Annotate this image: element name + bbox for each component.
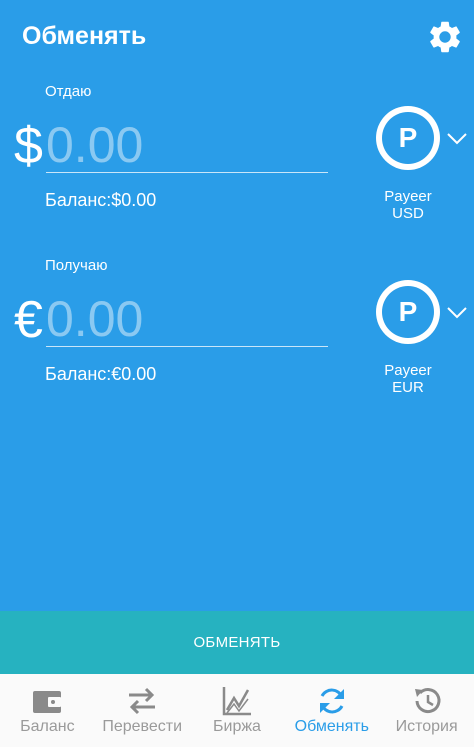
nav-label-history: История (395, 718, 458, 735)
payeer-logo-icon: P (382, 286, 434, 338)
transfer-arrows-icon (129, 687, 156, 715)
chart-icon (222, 687, 251, 716)
receive-currency-symbol: € (14, 291, 43, 349)
nav-item-transfer[interactable]: Перевести (95, 674, 190, 747)
app-header: Обменять (0, 0, 474, 76)
chevron-down-icon[interactable] (446, 132, 468, 146)
receive-amount-input[interactable] (46, 293, 328, 345)
nav-item-history[interactable]: История (379, 674, 474, 747)
nav-label-exchange-market: Биржа (213, 718, 261, 735)
give-amount-input[interactable] (46, 119, 328, 171)
chevron-down-icon[interactable] (446, 306, 468, 320)
give-currency-symbol: $ (14, 117, 43, 175)
give-wallet-currency: USD (392, 205, 424, 222)
bottom-nav: Баланс Перевести Биржа Обменять История (0, 674, 474, 747)
nav-item-exchange-market[interactable]: Биржа (190, 674, 285, 747)
give-wallet-name: Payeer USD (368, 188, 448, 222)
give-wallet-system: Payeer (384, 188, 432, 205)
nav-item-balance[interactable]: Баланс (0, 674, 95, 747)
receive-wallet-currency: EUR (392, 379, 424, 396)
give-balance: Баланс:$0.00 (45, 190, 157, 210)
wallet-icon (33, 691, 62, 713)
exchange-button[interactable]: ОБМЕНЯТЬ (0, 611, 474, 674)
nav-label-balance: Баланс (20, 718, 75, 735)
receive-label: Получаю (45, 257, 108, 274)
receive-balance: Баланс:€0.00 (45, 364, 157, 384)
receive-wallet-system: Payeer (384, 362, 432, 379)
nav-item-convert[interactable]: Обменять (284, 674, 379, 747)
give-input-underline (46, 172, 328, 173)
payeer-logo-icon: P (382, 112, 434, 164)
receive-wallet-button[interactable]: P (376, 280, 440, 344)
nav-label-transfer: Перевести (102, 718, 183, 735)
give-wallet-button[interactable]: P (376, 106, 440, 170)
give-label: Отдаю (45, 83, 92, 100)
history-icon (414, 688, 441, 714)
receive-wallet-name: Payeer EUR (368, 362, 448, 396)
gear-icon[interactable] (426, 18, 464, 56)
refresh-icon (319, 688, 344, 714)
page-title: Обменять (22, 22, 147, 50)
receive-input-underline (46, 346, 328, 347)
nav-label-convert: Обменять (294, 718, 369, 735)
